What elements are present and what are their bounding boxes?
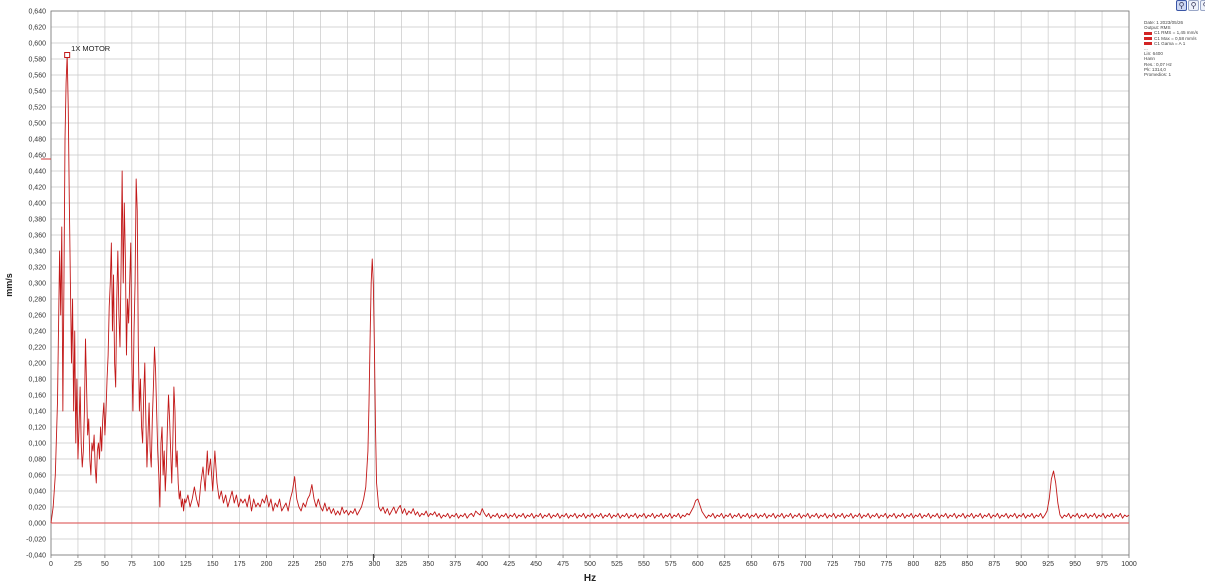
x-tick-label: 200 xyxy=(261,561,273,568)
y-tick-label: 0,540 xyxy=(28,89,46,96)
x-tick-label: 925 xyxy=(1042,561,1054,568)
y-tick-label: -0,020 xyxy=(26,537,46,544)
x-tick-label: 800 xyxy=(908,561,920,568)
y-tick-label: 0,160 xyxy=(28,393,46,400)
x-tick-label: 700 xyxy=(800,561,812,568)
y-tick-label: 0,120 xyxy=(28,425,46,432)
y-tick-labels: -0,040 -0,020 0,000 0,020 0,040 0,060 0,080 0,1… xyxy=(26,9,46,560)
x-tick-label: 775 xyxy=(881,561,893,568)
x-tick-label: 550 xyxy=(638,561,650,568)
x-tick-label: 50 xyxy=(101,561,109,568)
y-tick-label: 0,100 xyxy=(28,441,46,448)
x-tick-label: 300 xyxy=(369,561,381,568)
y-tick-label: 0,520 xyxy=(28,105,46,112)
y-tick-label: 0,400 xyxy=(28,201,46,208)
x-axis-label: Hz xyxy=(584,573,596,584)
x-tick-label: 150 xyxy=(207,561,219,568)
y-tick-label: 0,040 xyxy=(28,489,46,496)
x-tick-label: 25 xyxy=(74,561,82,568)
x-tick-label: 475 xyxy=(557,561,569,568)
y-tick-label: 0,580 xyxy=(28,57,46,64)
y-tick-label: 0,060 xyxy=(28,473,46,480)
y-tick-label: 0,360 xyxy=(28,233,46,240)
x-tick-label: 75 xyxy=(128,561,136,568)
legend-text: Promedios: 1 xyxy=(1144,72,1172,78)
x-tick-label: 650 xyxy=(746,561,758,568)
x-tick-label: 750 xyxy=(854,561,866,568)
legend-line: Promedios: 1 xyxy=(1144,72,1202,77)
y-tick-label: 0,440 xyxy=(28,169,46,176)
y-tick-label: -0,040 xyxy=(26,553,46,560)
y-tick-label: 0,240 xyxy=(28,329,46,336)
y-tick-label: 0,500 xyxy=(28,121,46,128)
y-tick-label: 0,640 xyxy=(28,9,46,16)
legend-swatch xyxy=(1144,41,1152,45)
x-tick-label: 900 xyxy=(1015,561,1027,568)
x-tick-label: 600 xyxy=(692,561,704,568)
peak-marker xyxy=(64,52,71,58)
grid xyxy=(50,10,1130,556)
y-tick-label: 0,200 xyxy=(28,361,46,368)
x-tick-label: 950 xyxy=(1069,561,1081,568)
y-tick-label: 0,340 xyxy=(28,249,46,256)
legend-panel: Date: 1 2023/05/26 Output: RMS C1 RMS = 1,… xyxy=(1144,20,1202,77)
x-tick-label: 725 xyxy=(827,561,839,568)
x-tick-label: 250 xyxy=(315,561,327,568)
y-tick-label: 0,140 xyxy=(28,409,46,416)
x-tick-label: 1000 xyxy=(1121,561,1137,568)
x-tick-label: 400 xyxy=(476,561,488,568)
x-tick-label: 625 xyxy=(719,561,731,568)
spectrum-chart: -0,040 -0,020 0,000 0,020 0,040 0,060 0,080 0,1… xyxy=(4,9,1137,584)
x-tick-label: 975 xyxy=(1096,561,1108,568)
x-tick-label: 125 xyxy=(180,561,192,568)
y-tick-label: 0,320 xyxy=(28,265,46,272)
y-tick-label: 0,380 xyxy=(28,217,46,224)
y-tick-label: 0,180 xyxy=(28,377,46,384)
x-tick-label: 525 xyxy=(611,561,623,568)
y-tick-label: 0,280 xyxy=(28,297,46,304)
x-tick-label: 225 xyxy=(288,561,300,568)
x-tick-label: 500 xyxy=(584,561,596,568)
x-tick-label: 575 xyxy=(665,561,677,568)
peak-label: 1X MOTOR xyxy=(71,44,111,53)
x-tick-label: 850 xyxy=(961,561,973,568)
y-tick-label: 0,560 xyxy=(28,73,46,80)
y-tick-label: 0,260 xyxy=(28,313,46,320)
y-tick-label: 0,480 xyxy=(28,137,46,144)
y-tick-label: 0,000 xyxy=(28,521,46,528)
y-tick-label: 0,620 xyxy=(28,25,46,32)
y-tick-label: 0,300 xyxy=(28,281,46,288)
x-tick-label: 875 xyxy=(988,561,1000,568)
annotations: 1X MOTOR xyxy=(41,44,374,561)
y-tick-label: 0,460 xyxy=(28,153,46,160)
y-tick-label: 0,220 xyxy=(28,345,46,352)
x-tick-label: 375 xyxy=(449,561,461,568)
x-tick-label: 450 xyxy=(530,561,542,568)
y-axis-label: mm/s xyxy=(4,273,14,297)
x-tick-label: 675 xyxy=(773,561,785,568)
x-tick-label: 325 xyxy=(396,561,408,568)
legend-swatch xyxy=(1144,31,1152,35)
x-tick-labels: 0 25 50 75 100 125 150 175 200 225 250 275 300 325 350… xyxy=(49,561,1137,568)
x-tick-label: 425 xyxy=(503,561,515,568)
legend-swatch xyxy=(1144,36,1152,40)
y-tick-label: 0,020 xyxy=(28,505,46,512)
x-tick-label: 825 xyxy=(935,561,947,568)
y-tick-label: 0,420 xyxy=(28,185,46,192)
y-tick-label: 0,600 xyxy=(28,41,46,48)
legend-text: C1 Gama = A 1 xyxy=(1154,40,1186,46)
x-tick-label: 175 xyxy=(234,561,246,568)
y-tick-label: 0,080 xyxy=(28,457,46,464)
x-tick-label: 350 xyxy=(422,561,434,568)
x-tick-label: 0 xyxy=(49,561,53,568)
x-tick-label: 100 xyxy=(153,561,165,568)
x-tick-label: 275 xyxy=(342,561,354,568)
